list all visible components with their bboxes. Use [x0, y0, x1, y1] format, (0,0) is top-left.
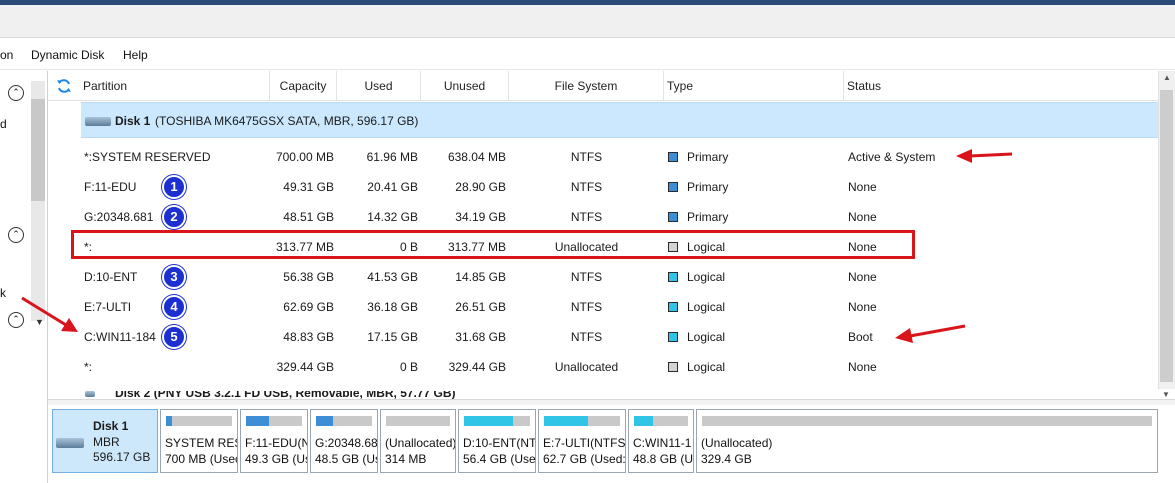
partition-usage-fill — [634, 416, 653, 426]
disk-map-disk-style: MBR — [93, 435, 120, 449]
disk-map-partition-segment[interactable]: G:20348.681 48.5 GB (Us — [310, 409, 378, 473]
disk-map-partition-segment[interactable]: (Unallocated) 329.4 GB — [696, 409, 1158, 473]
segment-label: C:WIN11-1 — [633, 436, 692, 450]
partition-usage-bar — [464, 416, 530, 426]
segment-size: 329.4 GB — [701, 452, 752, 466]
segment-label: (Unallocated) — [701, 436, 773, 450]
segment-size: 56.4 GB (Usec — [463, 452, 536, 466]
partition-usage-bar — [316, 416, 372, 426]
partition-usage-fill — [246, 416, 269, 426]
segment-size: 62.7 GB (Used: — [543, 452, 626, 466]
scroll-up-icon[interactable]: ▲ — [1163, 73, 1171, 82]
disk-map-partition-segment[interactable]: (Unallocated) 314 MB — [380, 409, 456, 473]
disk-map-partition-segment[interactable]: F:11-EDU(N 49.3 GB (Us — [240, 409, 308, 473]
partition-usage-bar — [386, 416, 450, 426]
disk-map-partition-segment[interactable]: SYSTEM RESE 700 MB (Usec — [160, 409, 238, 473]
partition-usage-bar — [702, 416, 1152, 426]
partition-usage-fill — [166, 416, 172, 426]
segment-label: SYSTEM RESE — [165, 436, 237, 450]
disk-map-disk-size: 596.17 GB — [93, 450, 151, 464]
segment-size: 48.8 GB (Us — [633, 452, 694, 466]
disk-map-disk-1[interactable]: Disk 1 MBR 596.17 GB — [52, 409, 158, 473]
annotation-arrow — [956, 149, 1013, 163]
disk-map-partition-segment[interactable]: E:7-ULTI(NTFS) 62.7 GB (Used: — [538, 409, 626, 473]
disk-map-partition-segment[interactable]: D:10-ENT(NT 56.4 GB (Usec — [458, 409, 536, 473]
segment-label: G:20348.681 — [315, 436, 378, 450]
pane-splitter[interactable] — [48, 399, 1175, 405]
partition-usage-fill — [316, 416, 333, 426]
segment-label: F:11-EDU(N — [245, 436, 308, 450]
table-scroll-thumb[interactable] — [1160, 90, 1173, 382]
partition-usage-bar — [166, 416, 232, 426]
segment-size: 48.5 GB (Us — [315, 452, 378, 466]
partition-usage-bar — [634, 416, 688, 426]
segment-size: 700 MB (Usec — [165, 452, 238, 466]
segment-label: E:7-ULTI(NTFS) — [543, 436, 626, 450]
annotation-arrow — [895, 324, 966, 343]
scroll-down-icon[interactable]: ▼ — [1162, 390, 1170, 399]
segment-label: D:10-ENT(NT — [463, 436, 536, 450]
annotation-arrow — [21, 296, 78, 332]
partition-usage-bar — [246, 416, 302, 426]
disk-map-disk-name: Disk 1 — [93, 419, 129, 433]
partition-usage-fill — [544, 416, 588, 426]
partition-usage-bar — [544, 416, 620, 426]
disk-map-partition-segment[interactable]: C:WIN11-1 48.8 GB (Us — [628, 409, 694, 473]
partition-usage-fill — [464, 416, 513, 426]
hard-disk-icon — [56, 438, 84, 448]
segment-size: 314 MB — [385, 452, 427, 466]
segment-label: (Unallocated) — [385, 436, 456, 450]
segment-size: 49.3 GB (Us — [245, 452, 308, 466]
